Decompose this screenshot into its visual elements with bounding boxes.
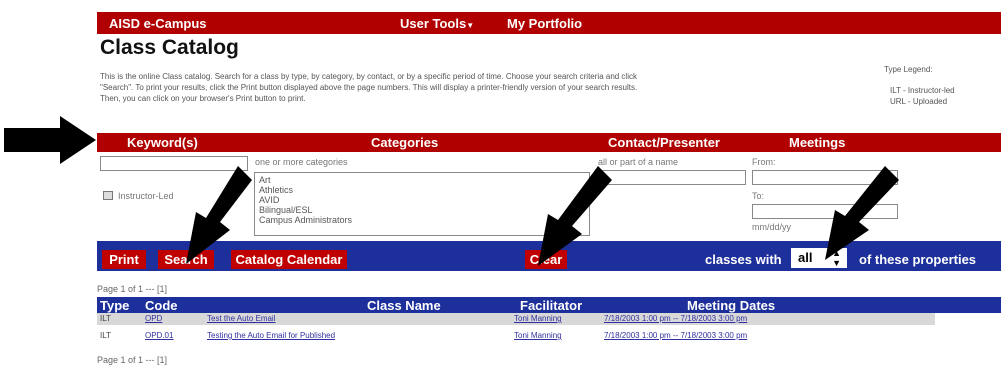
type-legend: Type Legend: ILT - Instructor-led URL - …	[884, 64, 955, 107]
intro-line-1: This is the online Class catalog. Search…	[100, 72, 637, 81]
contact-input[interactable]	[598, 170, 746, 185]
search-criteria-header: Keyword(s) Categories Contact/Presenter …	[97, 133, 1001, 152]
cell-facilitator-link[interactable]: Toni Manning	[514, 313, 562, 325]
arrow-keywords-icon	[4, 116, 96, 164]
my-portfolio-link[interactable]: My Portfolio	[507, 16, 582, 31]
cell-type: ILT	[100, 314, 111, 323]
pager-bottom[interactable]: Page 1 of 1 --- [1]	[97, 355, 167, 365]
keywords-header: Keyword(s)	[127, 135, 198, 150]
legend-item: URL - Uploaded	[890, 97, 948, 106]
classes-with-label: classes with	[705, 252, 782, 267]
to-label: To:	[752, 191, 765, 201]
user-tools-label: User Tools	[400, 16, 467, 31]
cell-class-name-link[interactable]: Test the Auto Email	[207, 313, 275, 325]
cell-class-name-link[interactable]: Testing the Auto Email for Published	[207, 330, 335, 342]
cell-type: ILT	[100, 331, 111, 340]
pager-top[interactable]: Page 1 of 1 --- [1]	[97, 284, 167, 294]
categories-header: Categories	[371, 135, 439, 150]
categories-hint: one or more categories	[255, 157, 348, 167]
contact-header: Contact/Presenter	[608, 135, 720, 150]
legend-item: ILT - Instructor-led	[890, 86, 955, 95]
cell-meeting-dates-link[interactable]: 7/18/2003 1:00 pm -- 7/18/2003 3:00 pm	[604, 313, 747, 325]
col-header-facilitator: Facilitator	[520, 298, 583, 313]
brand-link[interactable]: AISD e-Campus	[109, 16, 207, 31]
intro-line-2: "Search". To print your results, click t…	[100, 83, 638, 92]
instructor-led-checkbox[interactable]	[103, 191, 113, 200]
arrow-clear-icon	[538, 166, 612, 266]
meetings-header: Meetings	[789, 135, 846, 150]
results-table-header: Type Code Class Name Facilitator Meeting…	[97, 297, 1001, 313]
top-nav-bar: AISD e-Campus User Tools▼ My Portfolio	[97, 12, 1001, 34]
date-format-hint: mm/dd/yy	[752, 222, 792, 232]
user-tools-menu[interactable]: User Tools▼	[400, 16, 474, 31]
from-label: From:	[752, 157, 776, 167]
col-header-class-name: Class Name	[367, 298, 441, 313]
cell-meeting-dates-link[interactable]: 7/18/2003 1:00 pm -- 7/18/2003 3:00 pm	[604, 330, 747, 342]
intro-text: This is the online Class catalog. Search…	[100, 71, 858, 104]
print-button[interactable]: Print	[102, 250, 146, 269]
col-header-meeting-dates: Meeting Dates	[687, 298, 776, 313]
table-row: ILT OPD Test the Auto Email Toni Manning…	[97, 313, 935, 325]
intro-line-3: Then, you can click on your browser's Pr…	[100, 94, 306, 103]
instructor-led-label: Instructor-Led	[118, 191, 174, 201]
type-legend-title: Type Legend:	[884, 65, 933, 74]
table-row: ILT OPD.01 Testing the Auto Email for Pu…	[97, 330, 935, 342]
arrow-search-icon	[186, 166, 252, 264]
page-title: Class Catalog	[100, 36, 239, 59]
col-header-code: Code	[145, 298, 178, 313]
cell-code-link[interactable]: OPD.01	[145, 330, 173, 342]
chevron-down-icon: ▼	[466, 21, 475, 30]
arrow-match-icon	[825, 166, 899, 260]
col-header-type: Type	[100, 298, 130, 313]
cell-facilitator-link[interactable]: Toni Manning	[514, 330, 562, 342]
cell-code-link[interactable]: OPD	[145, 313, 162, 325]
